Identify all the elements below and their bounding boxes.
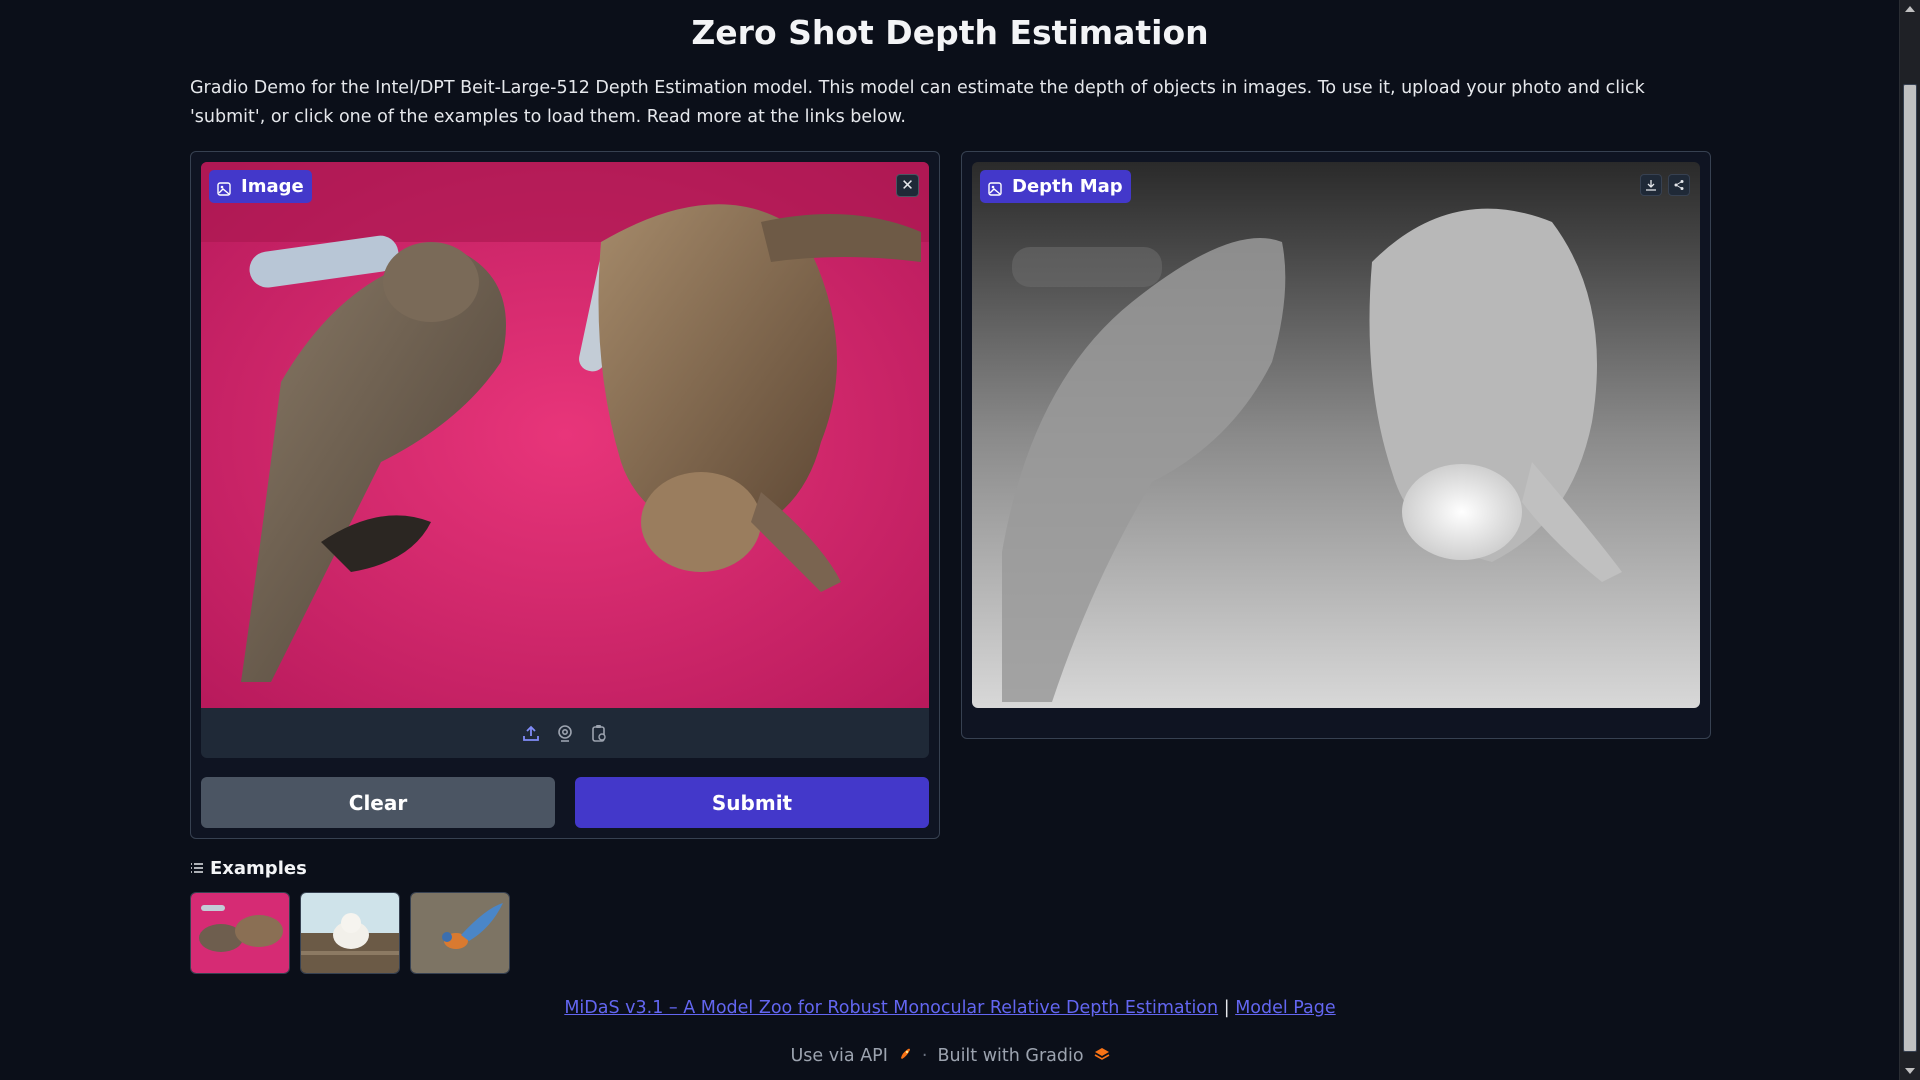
examples-header: Examples [190,858,307,879]
gradio-logo-icon [1094,1046,1110,1066]
input-panel: Image ✕ Clear Submit [190,151,940,839]
page-description: Gradio Demo for the Intel/DPT Beit-Large… [190,78,1645,127]
clipboard-icon[interactable] [589,723,609,743]
page-scrollbar[interactable] [1899,0,1920,1080]
page-title: Zero Shot Depth Estimation [691,13,1209,52]
upload-icon[interactable] [521,723,541,743]
image-label-badge: Image [209,170,312,203]
api-link[interactable]: Use via API [790,1046,887,1066]
links-separator: | [1223,998,1230,1018]
rocket-icon [898,1046,912,1066]
examples-gallery [190,892,510,974]
depth-map-label: Depth Map [1012,176,1123,197]
example-thumb-puppy[interactable] [300,892,400,974]
input-image[interactable]: Image ✕ [201,162,929,708]
depth-map-render [972,162,1700,708]
depth-map-label-badge: Depth Map [980,170,1131,203]
close-icon[interactable]: ✕ [896,174,919,197]
clear-button[interactable]: Clear [201,777,555,828]
image-icon [217,180,231,196]
examples-label: Examples [210,858,307,879]
footer-separator: · [921,1046,928,1066]
output-panel: Depth Map [961,151,1711,739]
example-thumb-cats[interactable] [190,892,290,974]
example-thumb-bird[interactable] [410,892,510,974]
share-icon[interactable] [1668,174,1690,196]
reference-links: MiDaS v3.1 – A Model Zoo for Robust Mono… [190,998,1710,1018]
model-page-link[interactable]: Model Page [1235,998,1335,1018]
scroll-down-icon[interactable] [1905,1068,1915,1074]
source-toolbar [201,708,929,758]
submit-button[interactable]: Submit [575,777,929,828]
download-icon[interactable] [1640,174,1662,196]
list-icon [190,858,204,879]
cats-image [201,162,929,708]
webcam-icon[interactable] [555,723,575,743]
built-with-gradio-link[interactable]: Built with Gradio [937,1046,1083,1066]
scrollbar-thumb[interactable] [1903,84,1917,1052]
depth-map-image: Depth Map [972,162,1700,708]
footer: Use via API · Built with Gradio [190,1046,1710,1066]
scroll-up-icon[interactable] [1905,6,1915,12]
paper-link[interactable]: MiDaS v3.1 – A Model Zoo for Robust Mono… [564,998,1218,1018]
image-icon [988,180,1002,196]
image-label: Image [241,176,304,197]
